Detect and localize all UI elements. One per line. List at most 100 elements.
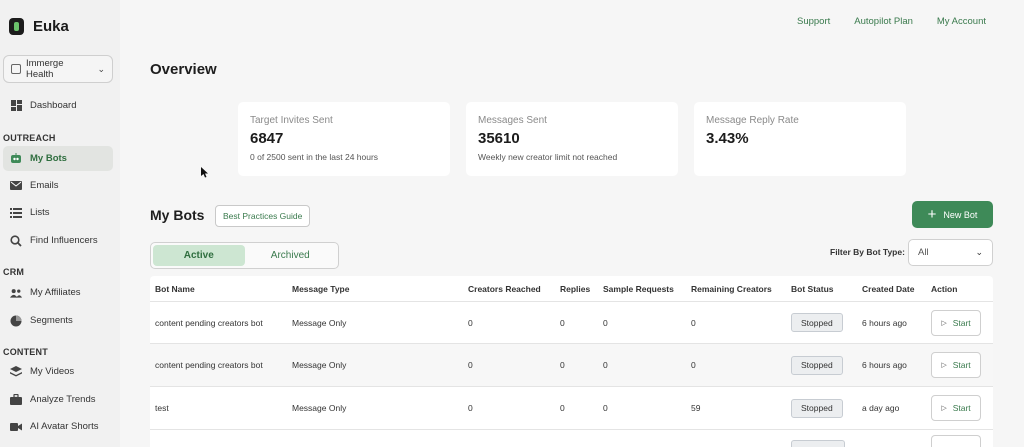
status-badge: Stopped bbox=[791, 313, 843, 332]
sample-requests-cell: 0 bbox=[603, 403, 608, 413]
section-label-content: CONTENT bbox=[3, 347, 48, 357]
page-title: Overview bbox=[150, 61, 217, 78]
column-header[interactable]: Creators Reached bbox=[468, 276, 541, 301]
new-bot-button[interactable]: + New Bot bbox=[912, 201, 993, 228]
replies-cell: 0 bbox=[560, 360, 565, 370]
tab-archived[interactable]: Archived bbox=[245, 245, 337, 266]
column-header[interactable]: Created Date bbox=[862, 276, 914, 301]
creators-reached-cell: 0 bbox=[468, 360, 473, 370]
action-cell: ▷ Start bbox=[931, 387, 981, 429]
sidebar-item-my-videos[interactable]: My Videos bbox=[3, 359, 113, 384]
stat-subtext: Weekly new creator limit not reached bbox=[478, 152, 618, 162]
brand[interactable]: Euka bbox=[9, 18, 69, 35]
column-header[interactable]: Message Type bbox=[292, 276, 349, 301]
created-date-cell: 6 hours ago bbox=[862, 360, 907, 370]
best-practices-guide-button[interactable]: Best Practices Guide bbox=[215, 205, 311, 227]
creators-reached-cell: 0 bbox=[468, 317, 473, 328]
sidebar-item-my-affiliates[interactable]: My Affiliates bbox=[3, 280, 113, 305]
sidebar-item-label: My Videos bbox=[30, 366, 75, 377]
start-button[interactable]: ▷ Start bbox=[931, 309, 981, 336]
status-badge-partial bbox=[791, 440, 845, 447]
bots-table: Bot Name Message Type Creators Reached R… bbox=[150, 276, 993, 447]
column-header[interactable]: Replies bbox=[560, 276, 590, 301]
column-header[interactable]: Sample Requests bbox=[603, 276, 674, 301]
sidebar-item-lists[interactable]: Lists bbox=[3, 200, 113, 225]
stat-label: Messages Sent bbox=[478, 115, 547, 126]
building-icon bbox=[11, 64, 21, 74]
organization-select[interactable]: Immerge Health ⌄ bbox=[3, 55, 113, 83]
autopilot-plan-link[interactable]: Autopilot Plan bbox=[854, 16, 913, 27]
action-cell: ▷ Start bbox=[931, 302, 981, 343]
main-content: Support Autopilot Plan My Account Overvi… bbox=[120, 0, 1024, 447]
start-label: Start bbox=[952, 360, 971, 370]
plus-icon: + bbox=[927, 206, 937, 223]
sidebar-item-my-bots[interactable]: My Bots bbox=[3, 146, 113, 171]
sidebar-item-emails[interactable]: Emails bbox=[3, 173, 113, 198]
users-icon bbox=[10, 287, 22, 299]
stat-label: Target Invites Sent bbox=[250, 115, 333, 126]
layers-icon bbox=[10, 365, 22, 378]
play-icon: ▷ bbox=[941, 405, 947, 412]
status-badge: Stopped bbox=[791, 355, 843, 375]
table-row[interactable]: content pending creators bot Message Onl… bbox=[150, 344, 993, 387]
column-header[interactable]: Bot Name bbox=[155, 276, 195, 301]
sample-requests-cell: 0 bbox=[603, 360, 608, 370]
message-type-cell: Message Only bbox=[292, 360, 347, 370]
replies-cell: 0 bbox=[560, 317, 565, 328]
my-account-link[interactable]: My Account bbox=[937, 16, 986, 27]
play-icon: ▷ bbox=[941, 319, 947, 327]
mouse-cursor-icon bbox=[201, 167, 208, 178]
sidebar-item-label: Segments bbox=[30, 315, 73, 326]
support-link[interactable]: Support bbox=[797, 16, 830, 27]
stat-card-messages-sent: Messages Sent 35610 Weekly new creator l… bbox=[466, 102, 678, 176]
table-row[interactable]: content pending creators bot Message Onl… bbox=[150, 302, 993, 344]
sidebar-item-label: Find Influencers bbox=[30, 235, 98, 246]
search-icon bbox=[10, 234, 22, 247]
table-header-row: Bot Name Message Type Creators Reached R… bbox=[150, 276, 993, 302]
column-header: Action bbox=[931, 283, 958, 294]
start-button[interactable]: ▷ Start bbox=[931, 395, 981, 421]
stat-value: 35610 bbox=[478, 130, 520, 147]
filter-label: Filter By Bot Type: bbox=[830, 247, 905, 257]
sidebar-item-analyze-trends[interactable]: Analyze Trends bbox=[3, 387, 113, 412]
table-row[interactable]: test Message Only 0 0 0 59 Stopped a day… bbox=[150, 387, 993, 430]
sidebar-item-label: Lists bbox=[30, 207, 50, 218]
table-row-partial[interactable] bbox=[150, 430, 993, 447]
bot-tabs: Active Archived bbox=[150, 242, 339, 269]
sidebar-item-label: AI Avatar Shorts bbox=[30, 421, 99, 432]
bot-type-filter-select[interactable]: All ⌄ bbox=[908, 239, 993, 266]
sidebar-item-label: Emails bbox=[30, 180, 59, 191]
chevron-down-icon: ⌄ bbox=[97, 63, 105, 74]
tab-active[interactable]: Active bbox=[153, 245, 245, 266]
stat-label: Message Reply Rate bbox=[706, 115, 799, 126]
bot-icon bbox=[10, 153, 22, 165]
play-icon: ▷ bbox=[941, 362, 947, 369]
bot-status-cell: Stopped bbox=[791, 387, 843, 429]
bot-name-cell: test bbox=[155, 403, 169, 413]
column-header[interactable]: Bot Status bbox=[791, 276, 834, 301]
replies-cell: 0 bbox=[560, 403, 565, 413]
remaining-creators-cell: 0 bbox=[691, 360, 696, 370]
sidebar-item-find-influencers[interactable]: Find Influencers bbox=[3, 228, 113, 253]
section-label-outreach: OUTREACH bbox=[3, 133, 56, 143]
stat-card-reply-rate: Message Reply Rate 3.43% bbox=[694, 102, 906, 176]
column-header[interactable]: Remaining Creators bbox=[691, 276, 772, 301]
created-date-cell: 6 hours ago bbox=[862, 317, 907, 328]
organization-name: Immerge Health bbox=[26, 58, 64, 80]
remaining-creators-cell: 0 bbox=[691, 317, 696, 328]
bot-status-cell: Stopped bbox=[791, 302, 843, 343]
bot-status-cell bbox=[791, 430, 845, 447]
start-button[interactable]: ▷ Start bbox=[931, 352, 981, 378]
stat-value: 6847 bbox=[250, 130, 284, 147]
stat-subtext: 0 of 2500 sent in the last 24 hours bbox=[250, 152, 379, 162]
pie-chart-icon bbox=[10, 315, 22, 327]
list-icon bbox=[10, 207, 22, 219]
status-badge: Stopped bbox=[791, 398, 843, 418]
sidebar-item-segments[interactable]: Segments bbox=[3, 308, 113, 333]
stat-card-target-invites: Target Invites Sent 6847 0 of 2500 sent … bbox=[238, 102, 450, 176]
section-label-crm: CRM bbox=[3, 267, 25, 277]
mail-icon bbox=[10, 180, 22, 192]
start-button-partial[interactable] bbox=[931, 435, 981, 447]
sidebar-item-ai-avatar-shorts[interactable]: AI Avatar Shorts bbox=[3, 414, 113, 439]
sidebar-item-dashboard[interactable]: Dashboard bbox=[3, 93, 113, 118]
